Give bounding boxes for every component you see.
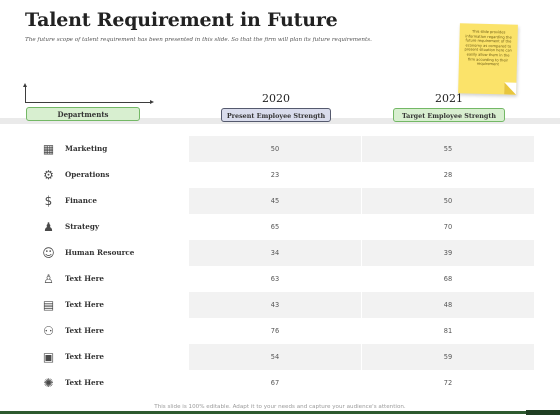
target-strength-value: 50 <box>362 188 534 214</box>
target-strength-value: 68 <box>443 275 453 283</box>
department-name: Finance <box>65 196 97 205</box>
table-row: ♟ Strategy 65 70 <box>36 214 534 240</box>
people-icon: ⚇ <box>43 324 54 338</box>
department-cell: ⚙ Operations <box>36 162 188 188</box>
settings-icon: ✺ <box>43 376 54 390</box>
table-row: ✺ Text Here 67 72 <box>36 370 534 396</box>
department-cell: ✺ Text Here <box>36 370 188 396</box>
department-name: Human Resource <box>65 248 135 257</box>
department-name: Text Here <box>65 378 104 387</box>
table-row: ▦ Marketing 50 55 <box>36 136 534 162</box>
department-name: Text Here <box>65 352 104 361</box>
department-cell: ⚇ Text Here <box>36 318 188 344</box>
presentation-icon: ▣ <box>42 350 55 364</box>
vertical-axis-arrow <box>23 83 27 102</box>
table-row: $ Finance 45 50 <box>36 188 534 214</box>
table-row: ⚇ Text Here 76 81 <box>36 318 534 344</box>
target-strength-value: 72 <box>443 379 453 387</box>
target-strength-header: Target Employee Strength <box>393 108 505 122</box>
department-name: Operations <box>65 170 110 179</box>
target-strength-value: 81 <box>443 327 453 335</box>
strategy-icon: ♟ <box>43 220 54 234</box>
present-strength-value: 45 <box>189 188 361 214</box>
present-strength-value: 34 <box>189 240 361 266</box>
present-strength-value: 76 <box>270 327 280 335</box>
present-strength-value: 54 <box>189 344 361 370</box>
present-strength-value: 43 <box>189 292 361 318</box>
target-strength-value: 28 <box>443 171 453 179</box>
present-strength-value: 65 <box>270 223 280 231</box>
marketing-icon: ▦ <box>42 142 55 156</box>
money-bag-icon: $ <box>44 194 53 208</box>
target-strength-value: 55 <box>362 136 534 162</box>
present-strength-value: 23 <box>270 171 280 179</box>
department-name: Marketing <box>65 144 108 153</box>
present-strength-value: 63 <box>270 275 280 283</box>
footer-bar <box>0 410 560 415</box>
department-cell: ♟ Strategy <box>36 214 188 240</box>
table-row: ▤ Text Here 43 48 <box>36 292 534 318</box>
slide-title: Talent Requirement in Future <box>25 9 338 31</box>
department-name: Strategy <box>65 222 100 231</box>
table-row: ☺ Human Resource 34 39 <box>36 240 534 266</box>
gears-icon: ⚙ <box>43 168 54 182</box>
team-icon: ♙ <box>43 272 54 286</box>
building-icon: ▤ <box>42 298 55 312</box>
target-strength-value: 48 <box>362 292 534 318</box>
footer-note: This slide is 100% editable. Adapt it to… <box>0 404 560 410</box>
sticky-note-text: This slide provides information regardin… <box>464 29 512 67</box>
target-strength-value: 39 <box>362 240 534 266</box>
present-strength-value: 67 <box>270 379 280 387</box>
table-row: ⚙ Operations 23 28 <box>36 162 534 188</box>
hr-icon: ☺ <box>42 246 55 260</box>
year-2021-label: 2021 <box>435 92 463 105</box>
present-strength-header: Present Employee Strength <box>221 108 331 122</box>
horizontal-axis-arrow <box>25 100 154 104</box>
year-2020-label: 2020 <box>262 92 290 105</box>
department-name: Text Here <box>65 300 104 309</box>
table-row: ▣ Text Here 54 59 <box>36 344 534 370</box>
slide-subtitle: The future scope of talent requirement h… <box>25 37 372 43</box>
department-cell: ▣ Text Here <box>36 344 188 370</box>
department-cell: ▤ Text Here <box>36 292 188 318</box>
footer-note-text: This slide is 100% editable. Adapt it to… <box>148 404 412 410</box>
departments-header: Departments <box>26 107 140 121</box>
present-strength-value: 50 <box>189 136 361 162</box>
department-cell: ☺ Human Resource <box>36 240 188 266</box>
target-strength-value: 59 <box>362 344 534 370</box>
department-cell: ▦ Marketing <box>36 136 188 162</box>
sticky-note: This slide provides information regardin… <box>458 23 518 95</box>
department-cell: $ Finance <box>36 188 188 214</box>
target-strength-value: 70 <box>443 223 453 231</box>
department-cell: ♙ Text Here <box>36 266 188 292</box>
strength-table: ▦ Marketing 50 55 ⚙ Operations 23 28 $ Finance 45 5… <box>36 136 534 396</box>
department-name: Text Here <box>65 274 104 283</box>
department-name: Text Here <box>65 326 104 335</box>
table-row: ♙ Text Here 63 68 <box>36 266 534 292</box>
